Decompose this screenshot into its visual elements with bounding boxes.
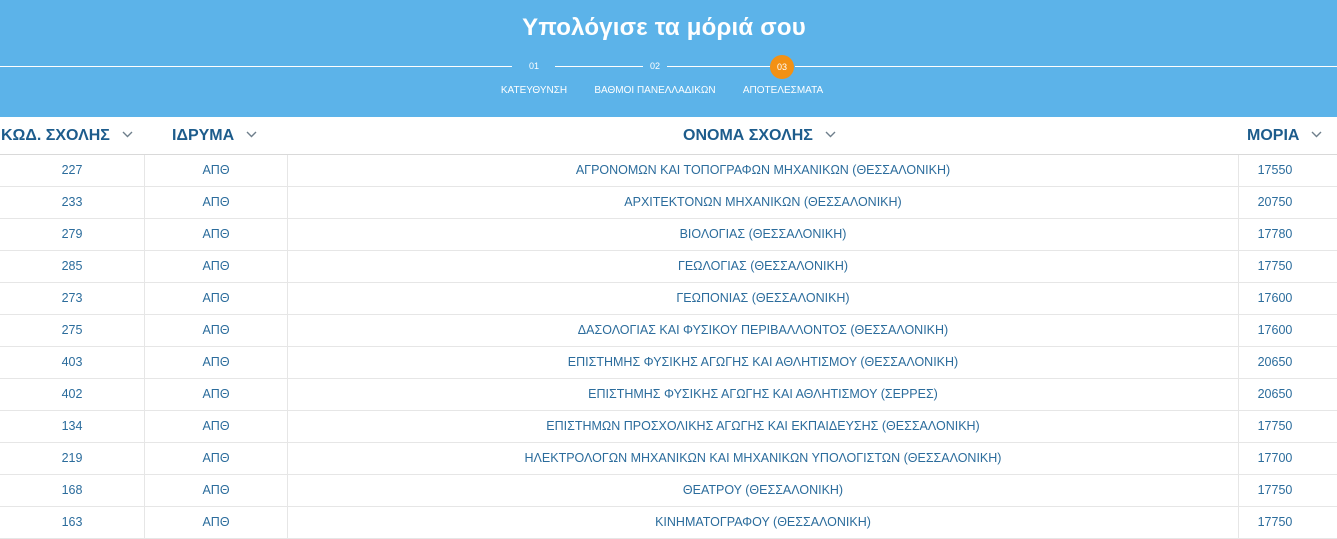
school-code-cell: 227 (0, 155, 145, 186)
column-header-code[interactable]: ΚΩΔ. ΣΧΟΛΗΣ (1, 117, 133, 154)
step-1-number[interactable]: 01 (522, 60, 546, 72)
chevron-down-icon[interactable] (122, 115, 133, 152)
progress-line (795, 66, 1337, 67)
school-name-cell: ΕΠΙΣΤΗΜΗΣ ΦΥΣΙΚΗΣ ΑΓΩΓΗΣ ΚΑΙ ΑΘΛΗΤΙΣΜΟΥ … (288, 347, 1239, 378)
institution-cell: ΑΠΘ (145, 219, 288, 250)
school-code-cell: 168 (0, 475, 145, 506)
school-name-cell: ΚΙΝΗΜΑΤΟΓΡΑΦΟΥ (ΘΕΣΣΑΛΟΝΙΚΗ) (288, 507, 1239, 538)
column-header-code-label: ΚΩΔ. ΣΧΟΛΗΣ (1, 127, 110, 144)
institution-cell: ΑΠΘ (145, 187, 288, 218)
institution-cell: ΑΠΘ (145, 475, 288, 506)
institution-cell: ΑΠΘ (145, 251, 288, 282)
school-code-cell: 233 (0, 187, 145, 218)
school-code-cell: 402 (0, 379, 145, 410)
points-cell: 17550 (1257, 163, 1293, 177)
table-row[interactable]: 275 ΑΠΘ ΔΑΣΟΛΟΓΙΑΣ ΚΑΙ ΦΥΣΙΚΟΥ ΠΕΡΙΒΑΛΛΟΝΤ… (0, 315, 1337, 347)
results-table-body: 227 ΑΠΘ ΑΓΡΟΝΟΜΩΝ ΚΑΙ ΤΟΠΟΓΡΑΦΩΝ ΜΗΧΑΝΙΚΩΝ… (0, 155, 1337, 539)
chevron-down-icon[interactable] (1311, 115, 1322, 152)
institution-cell: ΑΠΘ (145, 507, 288, 538)
points-cell: 17600 (1257, 323, 1293, 337)
institution-cell: ΑΠΘ (145, 155, 288, 186)
table-header: ΚΩΔ. ΣΧΟΛΗΣ ΙΔΡΥΜΑ ΟΝΟΜΑ ΣΧΟΛΗΣ ΜΟΡΙΑ (0, 117, 1337, 155)
table-row[interactable]: 163 ΑΠΘ ΚΙΝΗΜΑΤΟΓΡΑΦΟΥ (ΘΕΣΣΑΛΟΝΙΚΗ) 17750 (0, 507, 1337, 539)
school-name-cell: ΓΕΩΛΟΓΙΑΣ (ΘΕΣΣΑΛΟΝΙΚΗ) (288, 251, 1239, 282)
school-name-cell: ΘΕΑΤΡΟΥ (ΘΕΣΣΑΛΟΝΙΚΗ) (288, 475, 1239, 506)
table-row[interactable]: 134 ΑΠΘ ΕΠΙΣΤΗΜΩΝ ΠΡΟΣΧΟΛΙΚΗΣ ΑΓΩΓΗΣ ΚΑΙ Ε… (0, 411, 1337, 443)
page-header: Υπολόγισε τα μόριά σου 01 02 03 ΚΑΤΕΥΘΥΝ… (0, 0, 1337, 117)
institution-cell: ΑΠΘ (145, 379, 288, 410)
table-row[interactable]: 168 ΑΠΘ ΘΕΑΤΡΟΥ (ΘΕΣΣΑΛΟΝΙΚΗ) 17750 (0, 475, 1337, 507)
school-code-cell: 219 (0, 443, 145, 474)
column-header-institution[interactable]: ΙΔΡΥΜΑ (172, 117, 257, 154)
school-name-cell: ΔΑΣΟΛΟΓΙΑΣ ΚΑΙ ΦΥΣΙΚΟΥ ΠΕΡΙΒΑΛΛΟΝΤΟΣ (ΘΕ… (288, 315, 1239, 346)
page-title: Υπολόγισε τα μόριά σου (522, 14, 806, 41)
school-name-cell: ΓΕΩΠΟΝΙΑΣ (ΘΕΣΣΑΛΟΝΙΚΗ) (288, 283, 1239, 314)
step-1-label[interactable]: ΚΑΤΕΥΘΥΝΣΗ (501, 85, 567, 96)
points-cell: 17750 (1257, 483, 1293, 497)
column-header-school-name-label: ΟΝΟΜΑ ΣΧΟΛΗΣ (683, 127, 813, 144)
school-code-cell: 403 (0, 347, 145, 378)
points-cell: 17750 (1257, 515, 1293, 529)
table-row[interactable]: 403 ΑΠΘ ΕΠΙΣΤΗΜΗΣ ΦΥΣΙΚΗΣ ΑΓΩΓΗΣ ΚΑΙ ΑΘΛΗΤ… (0, 347, 1337, 379)
progress-line (666, 66, 770, 67)
points-cell: 17750 (1257, 419, 1293, 433)
progress-line (0, 66, 512, 67)
step-3-label[interactable]: ΑΠΟΤΕΛΕΣΜΑΤΑ (743, 85, 823, 96)
progress-line (555, 66, 643, 67)
table-row[interactable]: 233 ΑΠΘ ΑΡΧΙΤΕΚΤΟΝΩΝ ΜΗΧΑΝΙΚΩΝ (ΘΕΣΣΑΛΟΝΙΚ… (0, 187, 1337, 219)
institution-cell: ΑΠΘ (145, 443, 288, 474)
school-name-cell: ΕΠΙΣΤΗΜΩΝ ΠΡΟΣΧΟΛΙΚΗΣ ΑΓΩΓΗΣ ΚΑΙ ΕΚΠΑΙΔΕ… (288, 411, 1239, 442)
school-code-cell: 134 (0, 411, 145, 442)
school-code-cell: 279 (0, 219, 145, 250)
points-cell: 17700 (1257, 451, 1293, 465)
table-row[interactable]: 285 ΑΠΘ ΓΕΩΛΟΓΙΑΣ (ΘΕΣΣΑΛΟΝΙΚΗ) 17750 (0, 251, 1337, 283)
school-name-cell: ΗΛΕΚΤΡΟΛΟΓΩΝ ΜΗΧΑΝΙΚΩΝ ΚΑΙ ΜΗΧΑΝΙΚΩΝ ΥΠΟ… (288, 443, 1239, 474)
step-2-number[interactable]: 02 (643, 60, 667, 72)
school-name-cell: ΑΡΧΙΤΕΚΤΟΝΩΝ ΜΗΧΑΝΙΚΩΝ (ΘΕΣΣΑΛΟΝΙΚΗ) (288, 187, 1239, 218)
school-code-cell: 285 (0, 251, 145, 282)
points-cell: 17750 (1257, 259, 1293, 273)
institution-cell: ΑΠΘ (145, 315, 288, 346)
institution-cell: ΑΠΘ (145, 411, 288, 442)
column-header-points[interactable]: ΜΟΡΙΑ (1247, 117, 1322, 154)
school-code-cell: 163 (0, 507, 145, 538)
school-name-cell: ΕΠΙΣΤΗΜΗΣ ΦΥΣΙΚΗΣ ΑΓΩΓΗΣ ΚΑΙ ΑΘΛΗΤΙΣΜΟΥ … (288, 379, 1239, 410)
institution-cell: ΑΠΘ (145, 347, 288, 378)
school-name-cell: ΑΓΡΟΝΟΜΩΝ ΚΑΙ ΤΟΠΟΓΡΑΦΩΝ ΜΗΧΑΝΙΚΩΝ (ΘΕΣΣ… (288, 155, 1239, 186)
chevron-down-icon[interactable] (825, 115, 836, 152)
points-cell: 17600 (1257, 291, 1293, 305)
table-row[interactable]: 402 ΑΠΘ ΕΠΙΣΤΗΜΗΣ ΦΥΣΙΚΗΣ ΑΓΩΓΗΣ ΚΑΙ ΑΘΛΗΤ… (0, 379, 1337, 411)
points-cell: 20650 (1257, 387, 1293, 401)
table-row[interactable]: 227 ΑΠΘ ΑΓΡΟΝΟΜΩΝ ΚΑΙ ΤΟΠΟΓΡΑΦΩΝ ΜΗΧΑΝΙΚΩΝ… (0, 155, 1337, 187)
points-cell: 17780 (1257, 227, 1293, 241)
table-row[interactable]: 219 ΑΠΘ ΗΛΕΚΤΡΟΛΟΓΩΝ ΜΗΧΑΝΙΚΩΝ ΚΑΙ ΜΗΧΑΝΙΚ… (0, 443, 1337, 475)
table-row[interactable]: 273 ΑΠΘ ΓΕΩΠΟΝΙΑΣ (ΘΕΣΣΑΛΟΝΙΚΗ) 17600 (0, 283, 1337, 315)
school-code-cell: 275 (0, 315, 145, 346)
institution-cell: ΑΠΘ (145, 283, 288, 314)
step-2-label[interactable]: ΒΑΘΜΟΙ ΠΑΝΕΛΛΑΔΙΚΩΝ (594, 85, 715, 96)
step-3-active-number[interactable]: 03 (770, 55, 794, 79)
column-header-points-label: ΜΟΡΙΑ (1247, 127, 1300, 144)
points-cell: 20650 (1257, 355, 1293, 369)
chevron-down-icon[interactable] (246, 115, 257, 152)
table-row[interactable]: 279 ΑΠΘ ΒΙΟΛΟΓΙΑΣ (ΘΕΣΣΑΛΟΝΙΚΗ) 17780 (0, 219, 1337, 251)
school-name-cell: ΒΙΟΛΟΓΙΑΣ (ΘΕΣΣΑΛΟΝΙΚΗ) (288, 219, 1239, 250)
column-header-school-name[interactable]: ΟΝΟΜΑ ΣΧΟΛΗΣ (683, 117, 836, 154)
school-code-cell: 273 (0, 283, 145, 314)
column-header-institution-label: ΙΔΡΥΜΑ (172, 127, 235, 144)
points-cell: 20750 (1257, 195, 1293, 209)
